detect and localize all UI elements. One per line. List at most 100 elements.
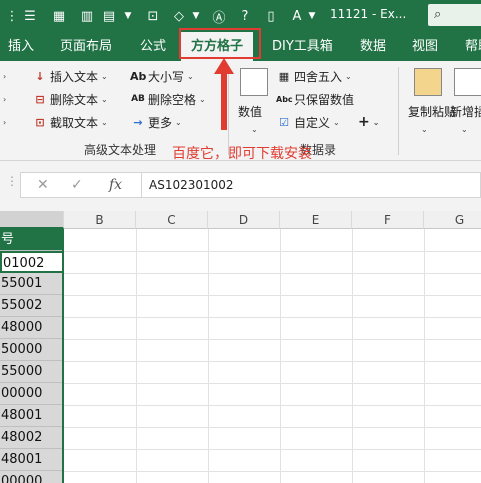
collapsed-arrow[interactable]: ›	[0, 66, 6, 86]
grid-line	[280, 229, 281, 483]
help-icon[interactable]: ?	[236, 7, 254, 25]
grid-line	[64, 427, 481, 428]
grid-line	[64, 361, 481, 362]
shapes-icon[interactable]: ◇	[170, 7, 188, 25]
plus-label: +	[358, 114, 370, 130]
tab-highlight-box	[179, 28, 261, 59]
cell-a[interactable]: 48001	[0, 449, 64, 471]
grid-line	[424, 229, 425, 483]
collapsed-arrow[interactable]: ›	[0, 89, 6, 109]
grid-line	[64, 449, 481, 450]
insert-table-icon	[454, 68, 481, 96]
grid-line	[64, 251, 481, 252]
cell-a[interactable]: 00000	[0, 471, 64, 483]
screenshot-icon[interactable]: ⊡	[144, 7, 162, 25]
column-header-g[interactable]: G	[424, 211, 481, 229]
delete-text-button[interactable]: ⊟ 删除文本 ⌄	[32, 89, 107, 109]
table-icon[interactable]: ▦	[50, 7, 68, 25]
layout-icon[interactable]: ▤	[100, 7, 118, 25]
cell-a[interactable]: 55002	[0, 295, 64, 317]
new-insert-button[interactable]: 新增插入	[450, 101, 481, 121]
column-header-e[interactable]: E	[280, 211, 352, 229]
numeric-dropdown[interactable]: ⌄	[248, 119, 258, 139]
extract-text-button[interactable]: ⊡ 截取文本 ⌄	[32, 112, 107, 132]
delete-text-icon: ⊟	[35, 92, 45, 106]
cell-a[interactable]: 55001	[0, 273, 64, 295]
column-header-f[interactable]: F	[352, 211, 424, 229]
cell-a[interactable]: 48002	[0, 427, 64, 449]
grid-line	[64, 295, 481, 296]
tab-data[interactable]: 数据	[360, 32, 386, 61]
chevron-down-icon[interactable]: ▼	[190, 7, 202, 25]
group-label-text-processing: 高级文本处理	[84, 143, 157, 157]
window-title: 11121 - Ex...	[330, 7, 407, 21]
case-label: 大小写	[148, 69, 185, 84]
tab-diy-toolbox[interactable]: DIY工具箱	[272, 32, 333, 61]
drag-handle-icon[interactable]: ⋮	[6, 174, 18, 188]
round-button[interactable]: ▦ 四舍五入 ⌄	[276, 66, 352, 86]
tab-insert[interactable]: 插入	[8, 32, 34, 61]
grid-line	[64, 273, 481, 274]
keep-values-label: 只保留数值	[294, 92, 355, 107]
custom-label: 自定义	[294, 115, 331, 130]
column-header-b[interactable]: B	[64, 211, 136, 229]
cell-a[interactable]: 50000	[0, 339, 64, 361]
more-button[interactable]: → 更多 ⌄	[130, 112, 181, 132]
case-button[interactable]: Ab 大小写 ⌄	[130, 66, 194, 86]
tab-help[interactable]: 帮助	[465, 32, 481, 61]
formula-value[interactable]: AS102301002	[149, 178, 234, 192]
abc-icon: Abc	[276, 94, 293, 104]
cell-a-active[interactable]: 01002	[0, 251, 64, 273]
chevron-down-icon[interactable]: ▼	[306, 7, 318, 25]
function-icon[interactable]: fx	[109, 177, 122, 193]
cell-a[interactable]: 00000	[0, 383, 64, 405]
tab-formulas[interactable]: 公式	[140, 32, 166, 61]
bar-chart-icon[interactable]: ▥	[78, 7, 96, 25]
tab-view[interactable]: 视图	[412, 32, 438, 61]
insert-text-button[interactable]: ↓ 插入文本 ⌄	[32, 66, 107, 86]
column-header-d[interactable]: D	[208, 211, 280, 229]
copy-paste-button[interactable]: 复制粘贴	[408, 101, 456, 121]
font-color-icon[interactable]: A	[288, 7, 306, 25]
numeric-label: 数值	[238, 104, 263, 119]
confirm-icon[interactable]: ✓	[71, 177, 83, 193]
cancel-icon[interactable]: ✕	[37, 177, 49, 193]
remove-spaces-button[interactable]: AB 删除空格 ⌄	[130, 89, 206, 109]
grid-line	[208, 229, 209, 483]
custom-button[interactable]: ☑ 自定义 ⌄	[276, 112, 340, 132]
document-icon[interactable]: ▯	[262, 7, 280, 25]
arrow-right-icon: →	[133, 115, 143, 129]
annotation-text: 百度它，即可下载安装	[172, 146, 312, 162]
cell-a[interactable]: 55000	[0, 361, 64, 383]
cell-a[interactable]: 48000	[0, 317, 64, 339]
cell-a[interactable]: 48001	[0, 405, 64, 427]
menu-lines-icon[interactable]: ☰	[22, 7, 38, 25]
text-box-icon[interactable]: Ⓐ	[210, 7, 228, 26]
copy-paste-label: 复制粘贴	[408, 104, 457, 119]
grid-line	[136, 229, 137, 483]
copy-paste-dropdown[interactable]: ⌄	[418, 119, 428, 139]
search-icon: ⌕	[434, 7, 442, 22]
tab-page-layout[interactable]: 页面布局	[60, 32, 112, 61]
more-label: 更多	[148, 115, 173, 130]
column-header-c[interactable]: C	[136, 211, 208, 229]
cell-a-header[interactable]: 号	[0, 229, 64, 251]
column-header-a[interactable]	[0, 211, 64, 229]
search-box[interactable]: ⌕	[428, 4, 481, 26]
chevron-down-icon[interactable]: ▼	[122, 7, 134, 25]
delete-text-label: 删除文本	[50, 92, 99, 107]
grid-icon: ▦	[278, 69, 290, 83]
new-insert-dropdown[interactable]: ⌄	[458, 119, 468, 139]
insert-text-label: 插入文本	[50, 69, 99, 84]
clipboard-icon	[414, 68, 442, 96]
spreadsheet-grid[interactable]: B C D E F G 号 01002 55001 55002 48000 50…	[0, 211, 481, 483]
plus-button[interactable]: + ⌄	[358, 112, 379, 132]
collapsed-arrow[interactable]: ›	[0, 112, 6, 132]
numeric-button[interactable]: 数值	[238, 101, 262, 121]
keep-values-button[interactable]: Abc 只保留数值	[276, 89, 354, 109]
new-insert-label: 新增插入	[450, 104, 481, 119]
formula-divider	[141, 173, 142, 197]
grid-line	[64, 405, 481, 406]
column-header-row: B C D E F G	[0, 211, 481, 229]
extract-text-icon: ⊡	[35, 115, 45, 129]
